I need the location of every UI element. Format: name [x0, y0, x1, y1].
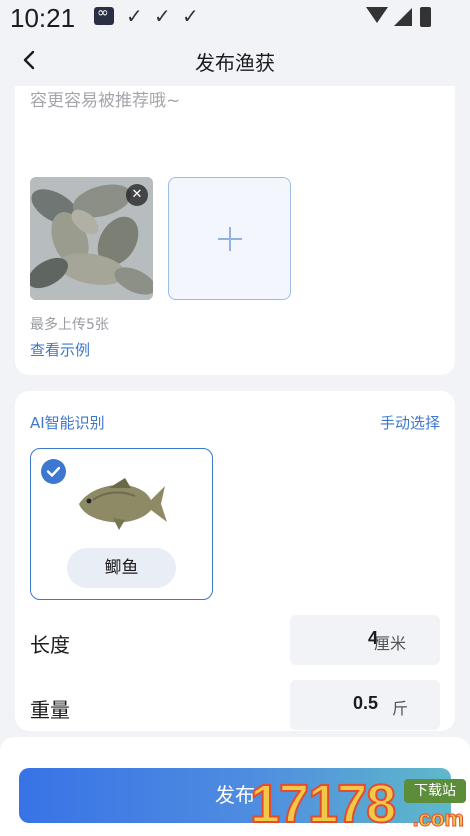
status-time: 10:21 — [10, 3, 76, 33]
add-photo-button[interactable] — [168, 177, 291, 300]
length-input[interactable]: 4 厘米 — [290, 615, 440, 665]
weight-unit: 斤 — [392, 699, 409, 718]
app-notification-icon — [94, 5, 114, 25]
fish-name-label: 鲫鱼 — [67, 548, 176, 588]
watermark-number: 17178 — [249, 773, 397, 835]
description-text[interactable]: 容更容易被推荐哦~ — [30, 86, 180, 111]
view-example-link[interactable]: 查看示例 — [30, 339, 90, 360]
ai-recognition-label: AI智能识别 — [30, 414, 105, 432]
uploaded-photo[interactable]: ✕ — [30, 177, 153, 300]
weight-input[interactable]: 0.5 斤 — [290, 680, 440, 730]
post-content-card: 容更容易被推荐哦~ ✕ 最多上传5张 查看示例 — [15, 86, 455, 375]
upload-hint: 最多上传5张 — [30, 317, 109, 333]
species-card: AI智能识别 手动选择 鲫鱼 长度 4 厘米 重量 0.5 斤 — [15, 391, 455, 731]
watermark: 17178 下载站 .com — [249, 773, 470, 836]
close-icon[interactable]: ✕ — [126, 184, 148, 206]
wifi-icon — [366, 7, 388, 23]
status-bar: 10:21 ✓ ✓ ✓ — [0, 0, 470, 36]
length-label: 长度 — [30, 633, 70, 657]
weight-label: 重量 — [30, 698, 70, 722]
checkmark-icon — [41, 459, 66, 484]
check-icon: ✓ — [182, 4, 199, 28]
nav-bar: 发布渔获 — [0, 36, 470, 84]
page-title: 发布渔获 — [195, 51, 275, 75]
weight-value: 0.5 — [352, 693, 378, 713]
length-unit: 厘米 — [374, 634, 407, 653]
watermark-domain: .com — [412, 806, 464, 832]
fish-image — [73, 474, 169, 536]
check-icon: ✓ — [154, 4, 171, 28]
manual-select-link[interactable]: 手动选择 — [380, 412, 440, 433]
fish-option-card[interactable]: 鲫鱼 — [30, 448, 213, 600]
watermark-tag: 下载站 — [404, 779, 466, 803]
check-icon: ✓ — [126, 4, 143, 28]
signal-icon — [394, 8, 412, 26]
battery-icon — [420, 7, 431, 27]
status-icons — [356, 7, 446, 27]
